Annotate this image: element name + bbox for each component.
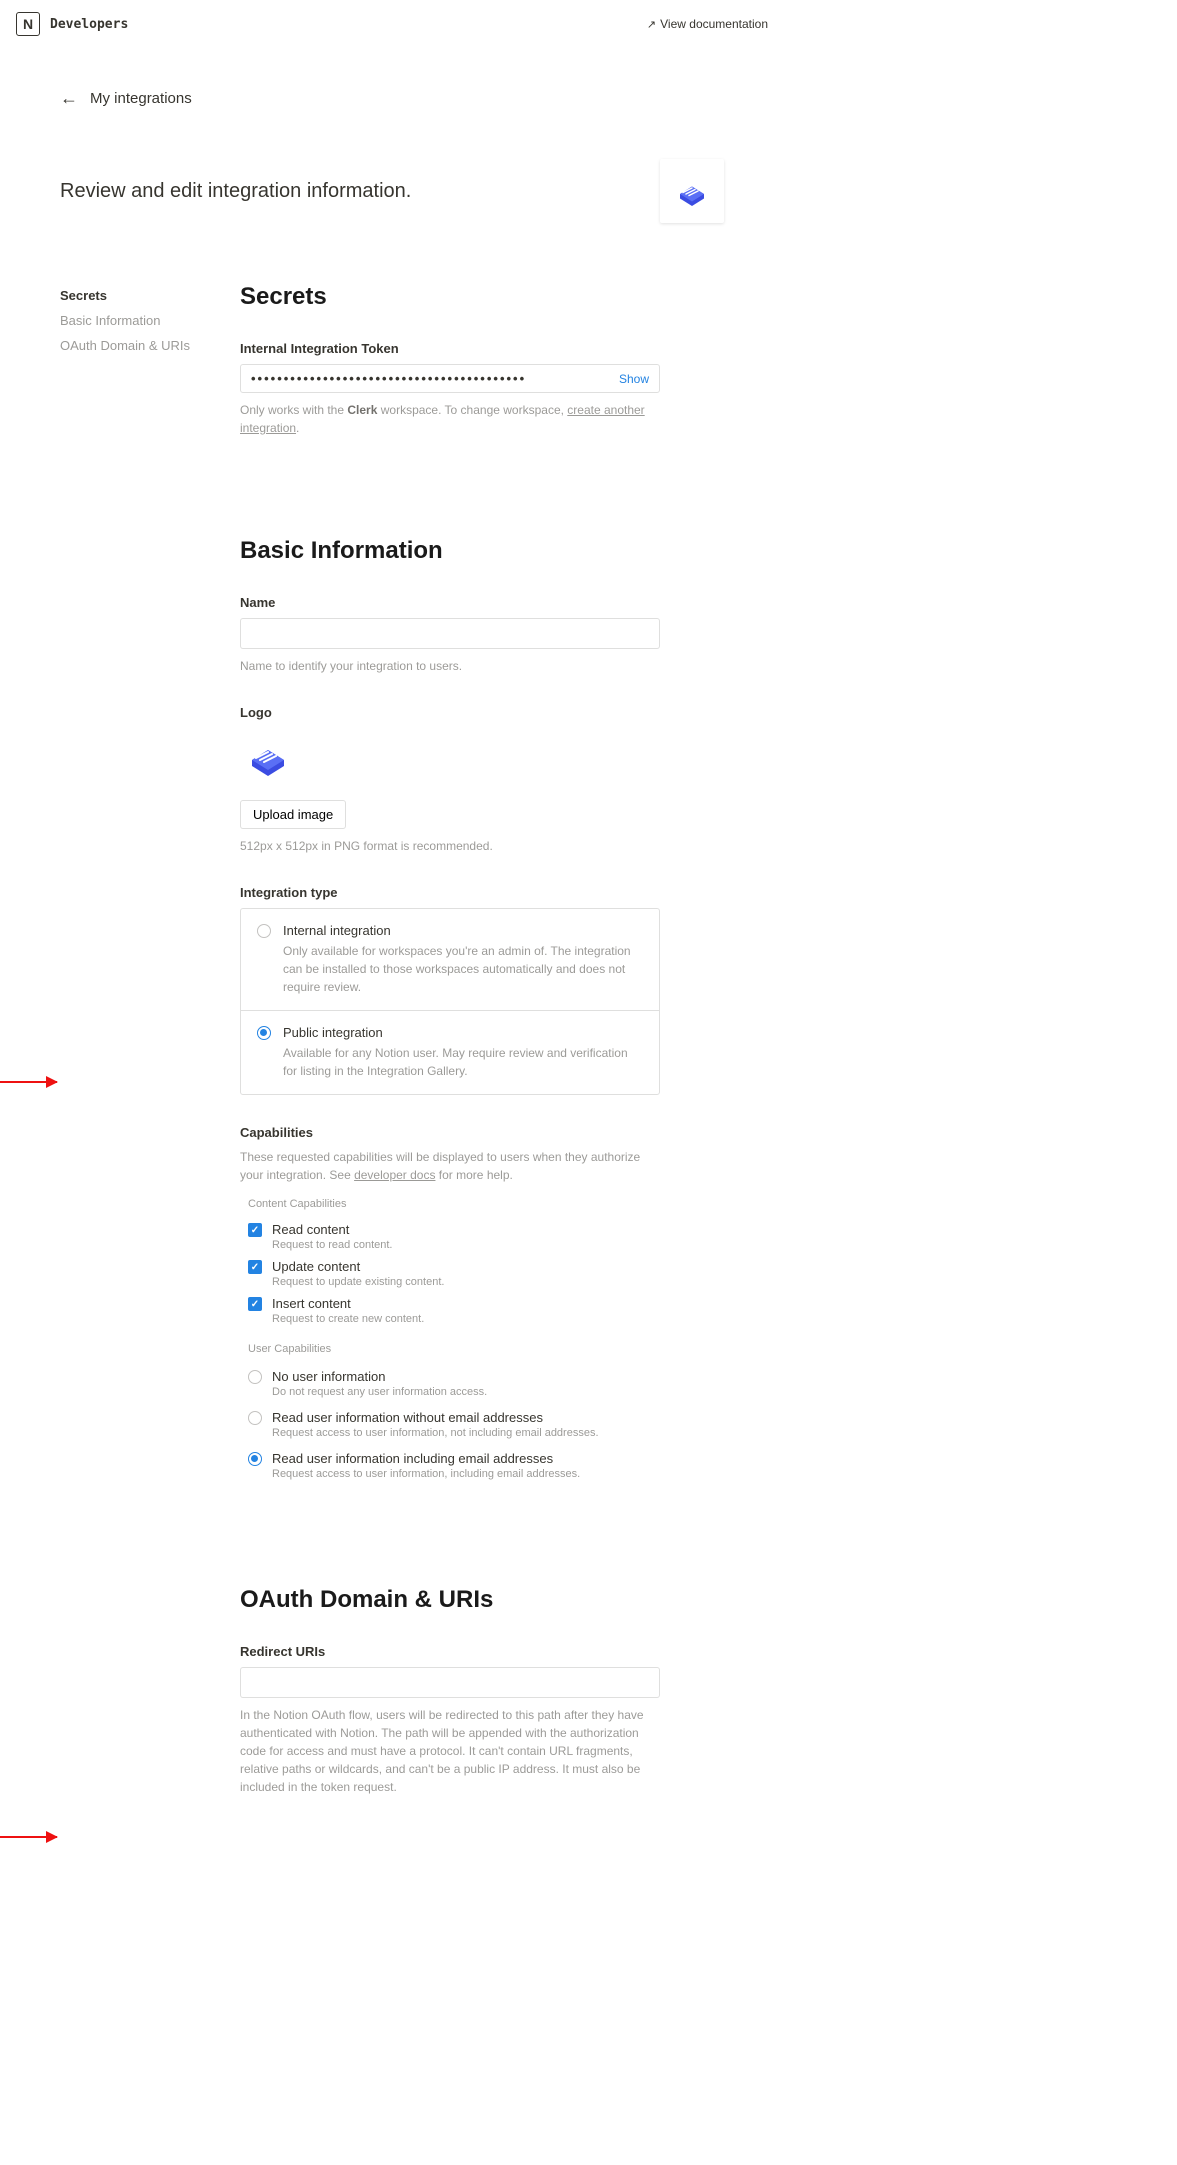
integration-type-group: Internal integration Only available for … [240,908,660,1095]
back-arrow-icon: ← [60,88,78,109]
checkbox-icon [248,1260,262,1274]
logo-help: 512px x 512px in PNG format is recommend… [240,837,660,855]
radio-icon [248,1452,262,1466]
radio-desc: Only available for workspaces you're an … [283,942,643,996]
sidebar-item-secrets[interactable]: Secrets [60,283,200,308]
logo-field: Logo Upload image 512px x 512px in PNG f… [240,705,660,855]
upload-image-button[interactable]: Upload image [240,800,346,829]
redirect-uris-field: Redirect URIs In the Notion OAuth flow, … [240,1644,660,1796]
radio-title: Read user information including email ad… [272,1451,580,1466]
integration-type-field: Integration type Internal integration On… [240,885,660,1095]
capabilities-label: Capabilities [240,1125,660,1140]
check-desc: Request to read content. [272,1239,392,1251]
page-title: Review and edit integration information. [60,180,411,203]
checkbox-read-content[interactable]: Read content Request to read content. [240,1218,660,1255]
check-desc: Request to create new content. [272,1313,424,1325]
view-documentation-link[interactable]: ↗ View documentation [647,17,768,31]
token-help-pre: Only works with the [240,403,347,417]
sidebar-item-basic-information[interactable]: Basic Information [60,308,200,333]
check-desc: Request to update existing content. [272,1276,444,1288]
radio-title: No user information [272,1369,487,1384]
radio-desc: Request access to user information, not … [272,1427,599,1439]
title-row: Review and edit integration information. [60,159,724,223]
radio-icon [248,1370,262,1384]
token-help: Only works with the Clerk workspace. To … [240,401,660,437]
check-title: Read content [272,1222,392,1237]
checkbox-update-content[interactable]: Update content Request to update existing… [240,1255,660,1292]
radio-icon [257,924,271,938]
checkbox-icon [248,1297,262,1311]
integration-type-label: Integration type [240,885,660,900]
main-column: Secrets Internal Integration Token •••••… [240,283,660,1826]
radio-desc: Do not request any user information acce… [272,1386,487,1398]
token-help-post: . [296,421,299,435]
annotation-1: 1 [0,1063,57,1101]
radio-user-info-with-email[interactable]: Read user information including email ad… [240,1445,660,1486]
checkbox-icon [248,1223,262,1237]
name-field: Name Name to identify your integration t… [240,595,660,675]
app-header: N Developers ↗ View documentation [0,0,784,48]
arrow-right-icon [0,1081,57,1083]
radio-title: Internal integration [283,923,643,938]
breadcrumb-label: My integrations [90,90,192,107]
page-body: ← My integrations Review and edit integr… [0,48,784,1886]
capabilities-help: These requested capabilities will be dis… [240,1148,660,1184]
secrets-heading: Secrets [240,283,660,311]
radio-icon [257,1026,271,1040]
token-field: Internal Integration Token •••••••••••••… [240,341,660,437]
radio-title: Read user information without email addr… [272,1410,599,1425]
oauth-heading: OAuth Domain & URIs [240,1586,660,1614]
capabilities-field: Capabilities These requested capabilitie… [240,1125,660,1486]
show-token-button[interactable]: Show [619,372,649,386]
check-title: Insert content [272,1296,424,1311]
clerk-icon [674,173,710,209]
radio-public-integration[interactable]: Public integration Available for any Not… [241,1010,659,1094]
external-link-icon: ↗ [647,18,656,31]
check-title: Update content [272,1259,444,1274]
breadcrumb[interactable]: ← My integrations [60,88,724,109]
user-capabilities-heading: User Capabilities [248,1343,660,1355]
name-help: Name to identify your integration to use… [240,657,660,675]
radio-no-user-info[interactable]: No user information Do not request any us… [240,1363,660,1404]
content-capabilities-heading: Content Capabilities [248,1198,660,1210]
token-label: Internal Integration Token [240,341,660,356]
name-label: Name [240,595,660,610]
token-help-workspace: Clerk [347,403,377,417]
sidebar-item-oauth-domain-uris[interactable]: OAuth Domain & URIs [60,333,200,358]
radio-title: Public integration [283,1025,643,1040]
token-help-mid: workspace. To change workspace, [377,403,567,417]
annotation-2: 2 [0,1818,57,1856]
integration-logo-card [660,159,724,223]
radio-icon [248,1411,262,1425]
radio-user-info-no-email[interactable]: Read user information without email addr… [240,1404,660,1445]
developers-label: Developers [50,17,128,32]
basic-info-heading: Basic Information [240,537,660,565]
settings-sidebar: Secrets Basic Information OAuth Domain &… [60,283,200,1826]
token-box: ••••••••••••••••••••••••••••••••••••••••… [240,364,660,393]
redirect-uris-input[interactable] [240,1667,660,1698]
arrow-right-icon [0,1836,57,1838]
logo-label: Logo [240,705,660,720]
clerk-icon [244,732,292,780]
developer-docs-link[interactable]: developer docs [354,1168,435,1182]
content-row: Secrets Basic Information OAuth Domain &… [60,283,724,1826]
token-masked-value: ••••••••••••••••••••••••••••••••••••••••… [251,371,526,386]
name-input[interactable] [240,618,660,649]
header-left: N Developers [16,12,128,36]
radio-internal-integration[interactable]: Internal integration Only available for … [241,909,659,1010]
radio-desc: Request access to user information, incl… [272,1468,580,1480]
cap-help-post: for more help. [435,1168,512,1182]
notion-logo-icon: N [16,12,40,36]
view-docs-text: View documentation [660,17,768,31]
radio-desc: Available for any Notion user. May requi… [283,1044,643,1080]
checkbox-insert-content[interactable]: Insert content Request to create new cont… [240,1292,660,1329]
redirect-uris-help: In the Notion OAuth flow, users will be … [240,1706,660,1796]
redirect-uris-label: Redirect URIs [240,1644,660,1659]
logo-preview [240,728,296,784]
